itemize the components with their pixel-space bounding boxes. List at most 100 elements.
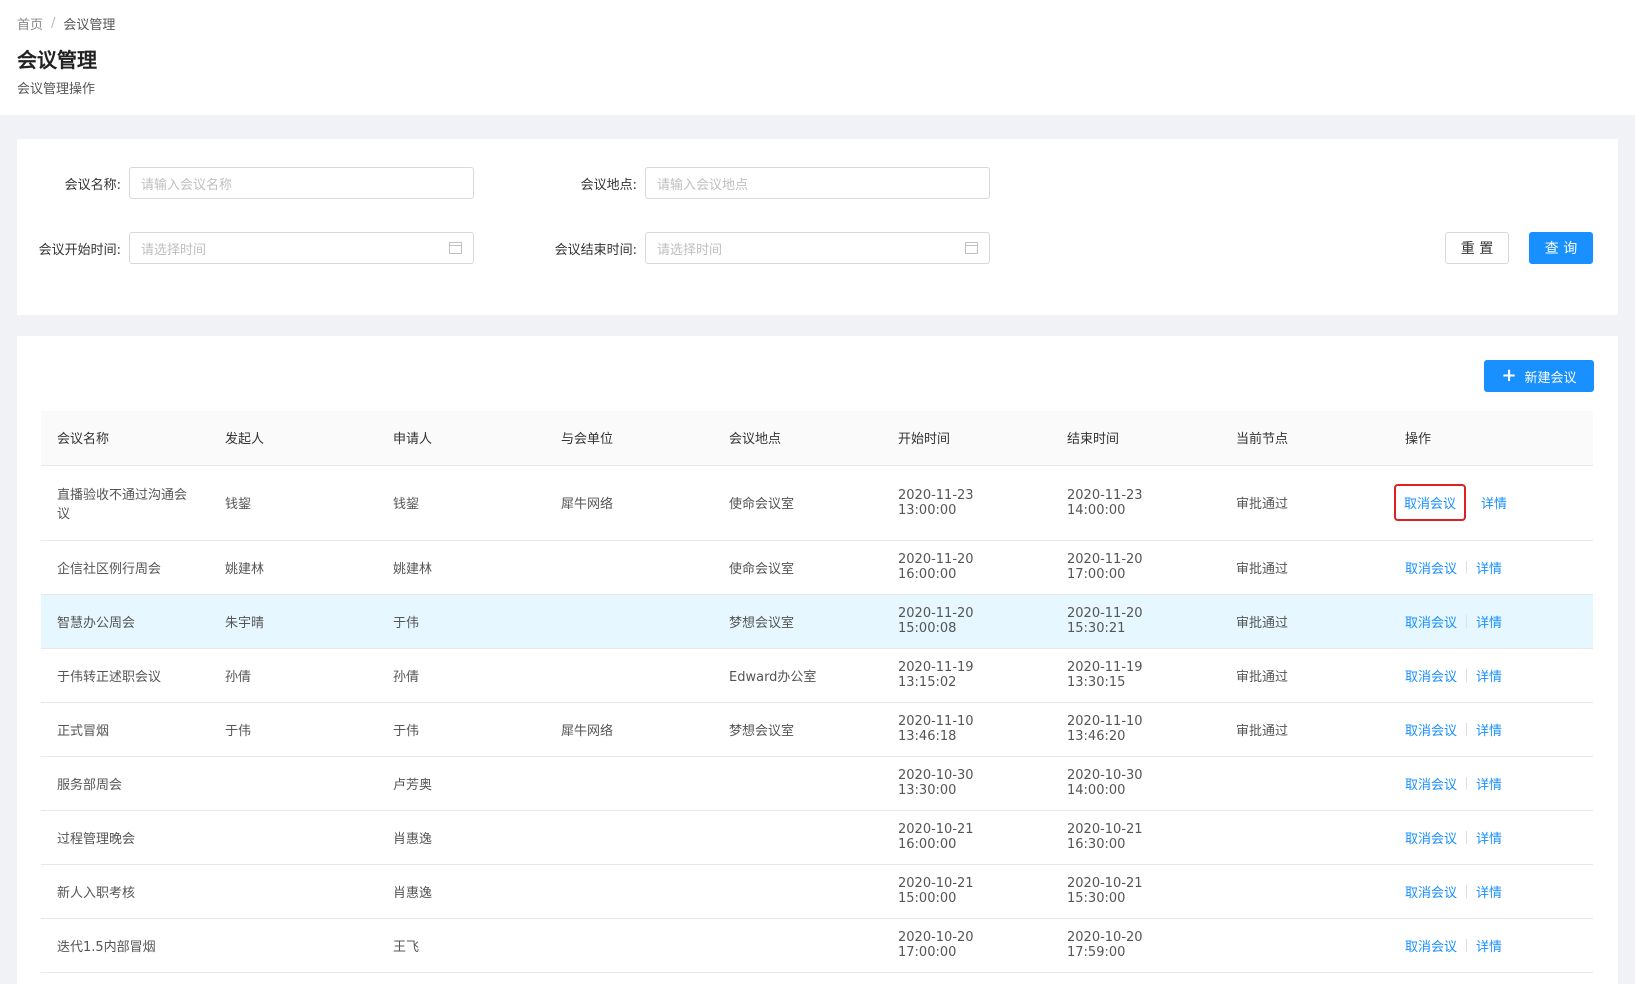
row-actions: 取消会议 详情 [1405,936,1577,955]
cell-applicant: 姚建林 [377,540,545,595]
detail-link[interactable]: 详情 [1476,828,1502,847]
cancel-meeting-link[interactable]: 取消会议 [1405,936,1457,955]
cell-actions: 取消会议 详情 [1389,594,1593,649]
cell-location: Edward办公室 [713,648,882,703]
start-time-picker[interactable]: 请选择时间 [129,232,474,264]
detail-link[interactable]: 详情 [1481,493,1507,512]
cell-meeting-name: 正式冒烟 [41,702,209,757]
cell-location: 使命会议室 [713,540,882,595]
cell-end-time: 2020-11-19 13:30:15 [1051,648,1220,703]
table-row[interactable]: 新人入职考核 肖惠逸 2020-10-21 15:00:00 2020-10-21 1… [41,864,1593,919]
cancel-meeting-link[interactable]: 取消会议 [1405,774,1457,793]
cell-start-time: 2020-10-21 15:00:00 [882,864,1051,919]
cell-start-time: 2020-11-10 13:46:18 [882,702,1051,757]
cell-location [713,918,882,973]
cell-location: 梦想会议室 [713,594,882,649]
cancel-meeting-link[interactable]: 取消会议 [1405,882,1457,901]
cell-meeting-name: 迭代1.5内部冒烟 [41,918,209,973]
cell-applicant: 肖惠逸 [377,810,545,865]
table-row[interactable]: 企信社区例行周会 姚建林 姚建林 使命会议室 2020-11-20 16:00:00 20… [41,540,1593,595]
detail-link[interactable]: 详情 [1476,882,1502,901]
cell-start-time: 2020-10-30 13:30:00 [882,756,1051,811]
meeting-name-row: 会议名称: 请输入会议名称 [17,167,474,199]
cell-applicant: 于伟 [377,594,545,649]
page-title: 会议管理 [17,48,97,72]
cell-location: 使命会议室 [713,465,882,541]
query-button[interactable]: 查 询 [1529,232,1593,264]
action-divider [1466,614,1468,628]
new-meeting-button[interactable]: + 新建会议 [1484,360,1594,392]
table-row[interactable]: 迭代1.5内部冒烟 王飞 2020-10-20 17:00:00 2020-10-20… [41,918,1593,973]
plus-icon: + [1501,365,1517,386]
column-header-current-node: 当前节点 [1220,411,1389,466]
row-actions: 取消会议 详情 [1405,882,1577,901]
cell-current-node [1220,756,1389,811]
meeting-location-label: 会议地点: [580,177,637,193]
action-divider [1466,938,1468,952]
end-time-picker[interactable]: 请选择时间 [645,232,990,264]
action-divider [1466,776,1468,790]
row-actions: 取消会议 详情 [1405,828,1577,847]
detail-link[interactable]: 详情 [1476,666,1502,685]
page-description: 会议管理操作 [17,82,96,97]
cancel-meeting-link[interactable]: 取消会议 [1393,484,1467,521]
table-row[interactable]: 服务部周会 卢芳奥 2020-10-30 13:30:00 2020-10-30 14… [41,756,1593,811]
cell-participating-unit [545,810,713,865]
cell-start-time: 2020-11-19 13:15:02 [882,648,1051,703]
action-divider [1466,884,1468,898]
cell-end-time: 2020-11-20 15:30:21 [1051,594,1220,649]
action-divider [1466,722,1468,736]
detail-link[interactable]: 详情 [1476,558,1502,577]
cell-start-time: 2020-10-20 17:00:00 [882,918,1051,973]
column-header-applicant: 申请人 [377,411,545,466]
start-time-row: 会议开始时间: 请选择时间 [17,232,474,264]
cell-initiator: 姚建林 [209,540,377,595]
cell-start-time: 2020-11-23 13:00:00 [882,465,1051,541]
cell-current-node: 审批通过 [1220,540,1389,595]
cell-current-node: 审批通过 [1220,594,1389,649]
cell-meeting-name: 新人入职考核 [41,864,209,919]
table-row[interactable]: 正式冒烟 于伟 于伟 犀牛网络 梦想会议室 2020-11-10 13:46:18 2020… [41,702,1593,757]
cell-initiator [209,864,377,919]
row-actions: 取消会议 详情 [1405,612,1577,631]
row-actions: 取消会议 详情 [1405,720,1577,739]
cell-applicant: 肖惠逸 [377,864,545,919]
cell-participating-unit: 犀牛网络 [545,465,713,541]
meeting-name-input[interactable]: 请输入会议名称 [129,167,474,199]
table-row[interactable]: 于伟转正述职会议 孙倩 孙倩 Edward办公室 2020-11-19 13:15:02… [41,648,1593,703]
meeting-location-input[interactable]: 请输入会议地点 [645,167,990,199]
cell-actions: 取消会议 详情 [1389,918,1593,973]
cell-actions: 取消会议 详情 [1389,465,1593,541]
reset-button[interactable]: 重 置 [1445,232,1509,264]
cell-actions: 取消会议 详情 [1389,540,1593,595]
detail-link[interactable]: 详情 [1476,612,1502,631]
table-row[interactable]: 智慧办公周会 朱宇晴 于伟 梦想会议室 2020-11-20 15:00:08 2020-… [41,594,1593,649]
detail-link[interactable]: 详情 [1476,720,1502,739]
detail-link[interactable]: 详情 [1476,936,1502,955]
cell-meeting-name: 服务部周会 [41,756,209,811]
row-actions: 取消会议 详情 [1405,774,1577,793]
cell-current-node: 审批通过 [1220,648,1389,703]
cancel-meeting-link[interactable]: 取消会议 [1405,666,1457,685]
cell-end-time: 2020-10-20 17:59:00 [1051,918,1220,973]
cell-meeting-name: 智慧办公周会 [41,594,209,649]
table-row[interactable]: 过程管理晚会 肖惠逸 2020-10-21 16:00:00 2020-10-21 1… [41,810,1593,865]
cell-end-time: 2020-11-10 13:46:20 [1051,702,1220,757]
action-divider [1466,668,1468,682]
calendar-icon [449,242,462,254]
breadcrumb-home[interactable]: 首页 [17,14,43,33]
cell-end-time: 2020-10-30 14:00:00 [1051,756,1220,811]
cell-location [713,756,882,811]
cell-meeting-name: 过程管理晚会 [41,810,209,865]
breadcrumb-separator: / [51,15,56,31]
cancel-meeting-link[interactable]: 取消会议 [1405,612,1457,631]
cancel-meeting-link[interactable]: 取消会议 [1405,558,1457,577]
cell-participating-unit [545,756,713,811]
cancel-meeting-link[interactable]: 取消会议 [1405,720,1457,739]
filter-card: 会议名称: 请输入会议名称 会议地点: 请输入会议地点 会议开始时间: 请选择时… [17,139,1618,315]
calendar-icon [965,242,978,254]
table-row[interactable]: 直播验收不通过沟通会议 钱鋆 钱鋆 犀牛网络 使命会议室 2020-11-23 13:00… [41,465,1593,541]
detail-link[interactable]: 详情 [1476,774,1502,793]
cancel-meeting-link[interactable]: 取消会议 [1405,828,1457,847]
cell-applicant: 王飞 [377,918,545,973]
